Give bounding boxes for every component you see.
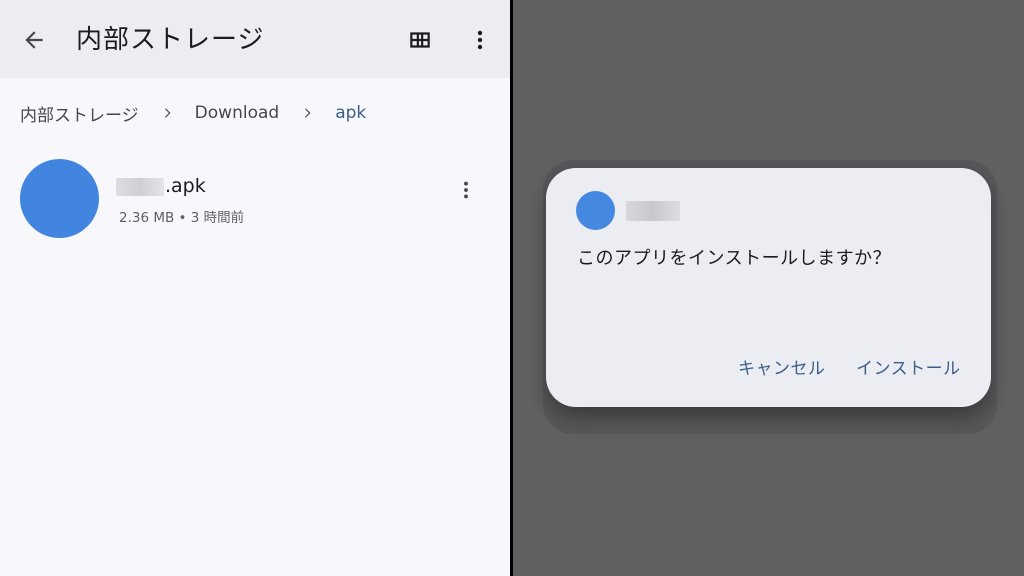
more-vert-icon (477, 30, 483, 50)
app-bar: 内部ストレージ (0, 0, 510, 78)
chevron-right-icon (279, 106, 335, 120)
install-button[interactable]: インストール (856, 354, 961, 379)
install-dialog: このアプリをインストールしますか？ キャンセル インストール (546, 168, 991, 407)
overflow-menu-button[interactable] (460, 20, 500, 60)
blurred-app-name (626, 201, 680, 221)
more-vert-icon (464, 181, 468, 199)
chevron-right-icon (139, 106, 195, 120)
file-browser-panel: 内部ストレージ 内部ストレージ Download apk .apk 2.36 M… (0, 0, 510, 576)
page-title: 内部ストレージ (76, 25, 265, 55)
breadcrumb-item-internal-storage[interactable]: 内部ストレージ (20, 101, 139, 126)
grid-view-icon (410, 32, 430, 48)
app-icon (576, 191, 615, 230)
arrow-back-icon (25, 31, 43, 49)
file-menu-button[interactable] (446, 170, 486, 210)
breadcrumb-item-apk[interactable]: apk (335, 103, 366, 123)
grid-view-button[interactable] (400, 20, 440, 60)
file-name: .apk (165, 175, 206, 197)
dialog-message: このアプリをインストールしますか？ (577, 248, 892, 269)
file-meta: 2.36 MB • 3 時間前 (119, 210, 245, 226)
install-overlay-panel: このアプリをインストールしますか？ キャンセル インストール (513, 0, 1024, 576)
breadcrumb-item-download[interactable]: Download (195, 103, 280, 123)
file-thumbnail (20, 159, 99, 238)
cancel-button[interactable]: キャンセル (738, 354, 826, 379)
list-item[interactable]: .apk 2.36 MB • 3 時間前 (0, 150, 510, 246)
blurred-filename (116, 178, 164, 196)
back-button[interactable] (14, 20, 54, 60)
breadcrumb: 内部ストレージ Download apk (20, 98, 366, 128)
